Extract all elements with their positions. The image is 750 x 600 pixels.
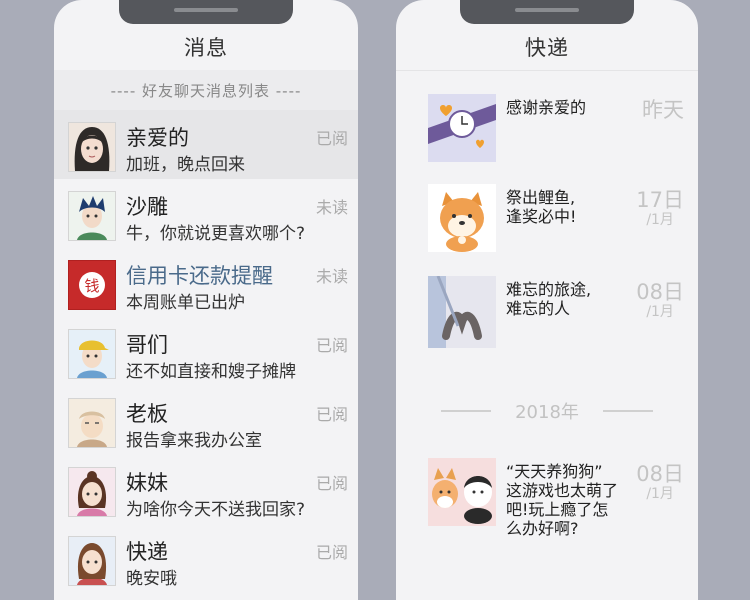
chat-name: 快递 (126, 540, 168, 564)
read-status: 已阅 (315, 129, 348, 148)
cat-dog-game-thumb (428, 458, 496, 526)
chat-name: 信用卡还款提醒 (126, 264, 273, 288)
read-status: 已阅 (315, 474, 348, 493)
year-divider: 2018年 (396, 397, 698, 425)
chat-preview: 报告拿来我办公室 (126, 431, 262, 451)
message-item[interactable]: 难忘的旅途, 难忘的人 08日 /1月 (396, 276, 698, 348)
read-status: 已阅 (315, 336, 348, 355)
message-date: 08日 /1月 (636, 462, 684, 502)
chat-preview: 为啥你今天不送我回家? (126, 500, 306, 520)
chat-name: 妹妹 (126, 471, 168, 495)
read-status: 未读 (315, 198, 348, 217)
read-status: 未读 (315, 267, 348, 286)
chat-preview: 加班，晚点回来 (126, 155, 245, 175)
message-text: 感谢亲爱的 (506, 98, 587, 117)
page-title: 快递 (525, 36, 569, 60)
chat-item-credit-card[interactable]: 钱 信用卡还款提醒 本周账单已出炉 未读 (54, 248, 358, 317)
list-subheader: ---- 好友聊天消息列表 ---- (54, 70, 358, 110)
chat-name: 老板 (126, 402, 168, 426)
chat-item-darling[interactable]: 亲爱的 加班，晚点回来 已阅 (54, 110, 358, 179)
chat-list: 亲爱的 加班，晚点回来 已阅 沙雕 牛，你就说更喜欢哪个? 未读 钱 信用卡还款… (54, 110, 358, 600)
sister-avatar (68, 467, 116, 517)
message-text: 难忘的旅途, 难忘的人 (506, 280, 592, 318)
chat-item-sister[interactable]: 妹妹 为啥你今天不送我回家? 已阅 (54, 455, 358, 524)
chat-preview: 还不如直接和嫂子摊牌 (126, 362, 296, 382)
boss-avatar (68, 398, 116, 448)
chat-item-shadiao[interactable]: 沙雕 牛，你就说更喜欢哪个? 未读 (54, 179, 358, 248)
courier-chat-phone: 快递 感谢亲爱的 昨天 祭出鲤鱼, 逢奖必中! 17日 /1月 难忘的旅途, 难… (396, 0, 698, 600)
chat-preview: 晚安哦 (126, 569, 177, 589)
message-item[interactable]: 感谢亲爱的 昨天 (396, 94, 698, 164)
bank-icon: 钱 (68, 260, 116, 310)
message-date: 17日 /1月 (636, 188, 684, 228)
shiba-dog-thumb (428, 184, 496, 252)
phone-notch (119, 0, 293, 24)
chat-name: 亲爱的 (126, 126, 189, 150)
buddy-avatar (68, 329, 116, 379)
chat-item-courier[interactable]: 快递 晚安哦 已阅 (54, 524, 358, 593)
chat-item-boss[interactable]: 老板 报告拿来我办公室 已阅 (54, 386, 358, 455)
read-status: 已阅 (315, 405, 348, 424)
chat-preview: 牛，你就说更喜欢哪个? (126, 224, 306, 244)
watch-gift-thumb (428, 94, 496, 162)
messages-phone: 消息 ---- 好友聊天消息列表 ---- 亲爱的 加班，晚点回来 已阅 沙雕 … (54, 0, 358, 600)
courier-avatar (68, 536, 116, 586)
message-text: 祭出鲤鱼, 逢奖必中! (506, 188, 577, 226)
chat-name: 沙雕 (126, 195, 168, 219)
message-item[interactable]: 祭出鲤鱼, 逢奖必中! 17日 /1月 (396, 184, 698, 254)
svg-text:钱: 钱 (84, 277, 99, 295)
chat-name: 哥们 (126, 333, 168, 357)
phone-notch (460, 0, 634, 24)
message-text: “天天养狗狗” 这游戏也太萌了 吧!玩上瘾了怎 么办好啊? (506, 462, 619, 538)
chat-preview: 本周账单已出炉 (126, 293, 245, 313)
read-status: 已阅 (315, 543, 348, 562)
girlfriend-avatar (68, 122, 116, 172)
message-date: 昨天 (642, 98, 684, 122)
friend-avatar (68, 191, 116, 241)
holding-hands-thumb (428, 276, 496, 348)
message-item[interactable]: “天天养狗狗” 这游戏也太萌了 吧!玩上瘾了怎 么办好啊? 08日 /1月 (396, 458, 698, 538)
page-title: 消息 (184, 36, 228, 60)
message-date: 08日 /1月 (636, 280, 684, 320)
chat-item-buddy[interactable]: 哥们 还不如直接和嫂子摊牌 已阅 (54, 317, 358, 386)
